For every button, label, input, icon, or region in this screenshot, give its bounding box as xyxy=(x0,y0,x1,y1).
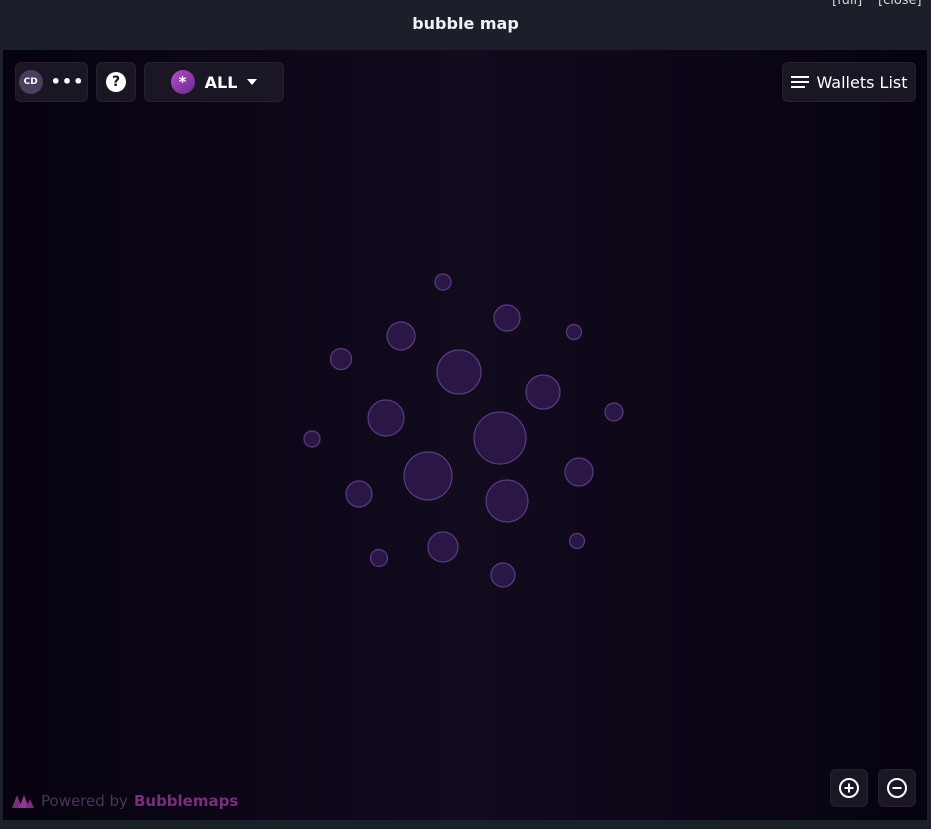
bubble[interactable] xyxy=(329,347,353,371)
bubble-map-canvas[interactable]: CD ••• ? * ALL Wallets List Powered by B… xyxy=(3,50,927,820)
powered-by-prefix: Powered by xyxy=(41,792,128,810)
bubblemaps-logo-icon xyxy=(12,795,34,808)
bubble[interactable] xyxy=(436,349,482,395)
bubble[interactable] xyxy=(345,480,373,508)
bubble[interactable] xyxy=(434,273,452,291)
minus-circle-icon xyxy=(887,778,907,798)
bubble-cluster xyxy=(303,273,624,588)
powered-by-brand: Bubblemaps xyxy=(133,792,239,810)
bubble[interactable] xyxy=(568,532,586,550)
zoom-in-button[interactable] xyxy=(830,769,868,807)
bubble[interactable] xyxy=(427,531,459,563)
bubble[interactable] xyxy=(473,411,527,465)
bubble-map-window: bubble map [full] [close] CD ••• ? * ALL… xyxy=(0,0,931,829)
close-button[interactable]: [close] xyxy=(878,0,922,8)
bubble[interactable] xyxy=(485,479,529,523)
bubble[interactable] xyxy=(565,323,583,341)
bubble[interactable] xyxy=(386,321,416,351)
bubble[interactable] xyxy=(303,430,321,448)
bubble[interactable] xyxy=(564,457,594,487)
bubble[interactable] xyxy=(525,374,561,410)
zoom-out-button[interactable] xyxy=(878,769,916,807)
bubble[interactable] xyxy=(367,399,405,437)
bubble[interactable] xyxy=(493,304,521,332)
bubble[interactable] xyxy=(369,548,389,568)
bubble[interactable] xyxy=(604,402,624,422)
plus-circle-icon xyxy=(839,778,859,798)
bubble[interactable] xyxy=(403,451,453,501)
full-button[interactable]: [full] xyxy=(832,0,862,8)
title-bar: bubble map [full] [close] xyxy=(0,0,931,50)
bubble[interactable] xyxy=(490,562,516,588)
window-title: bubble map xyxy=(412,14,519,33)
powered-by[interactable]: Powered by Bubblemaps xyxy=(11,792,238,810)
